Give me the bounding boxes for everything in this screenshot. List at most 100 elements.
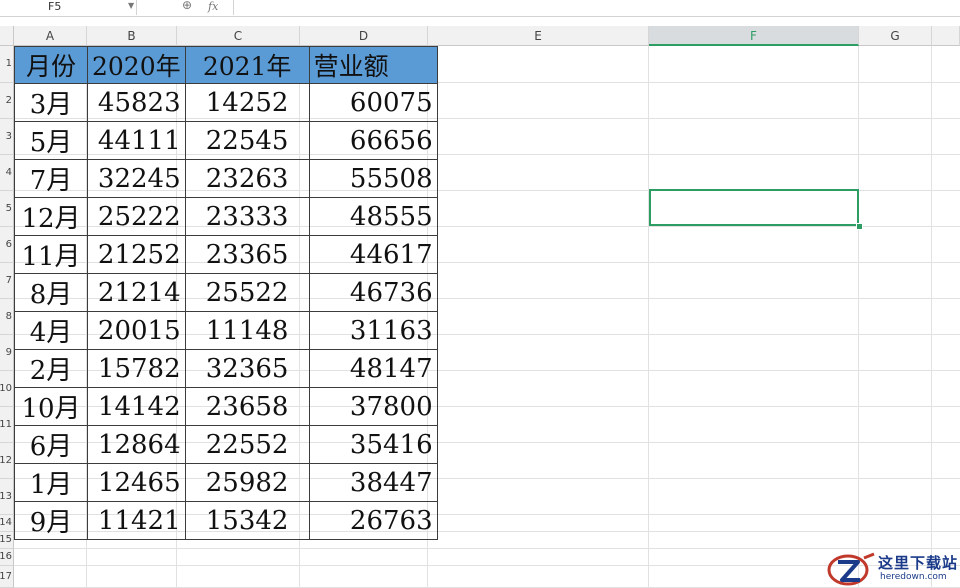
- watermark-logo: [827, 552, 875, 586]
- cell-2020[interactable]: 32245: [87, 159, 186, 198]
- fill-handle[interactable]: [856, 223, 863, 230]
- grid-column-line: [648, 46, 649, 588]
- watermark: 这里下载站 heredown.com: [826, 550, 960, 588]
- cell-revenue[interactable]: 48147: [308, 349, 438, 388]
- row-header-13[interactable]: 13: [0, 479, 14, 515]
- row-number: 12: [0, 454, 12, 466]
- row-header-16[interactable]: 16: [0, 549, 14, 566]
- column-header-d[interactable]: D: [300, 26, 428, 46]
- watermark-title: 这里下载站: [878, 554, 959, 572]
- cell-revenue[interactable]: 31163: [308, 311, 438, 350]
- cell-2020[interactable]: 12465: [87, 463, 186, 502]
- row-header-12[interactable]: 12: [0, 443, 14, 479]
- cell-month[interactable]: 8月: [14, 273, 88, 312]
- cell-2021[interactable]: 23263: [184, 159, 310, 198]
- row-header-6[interactable]: 6: [0, 227, 14, 263]
- row-number: 8: [5, 310, 12, 322]
- header-month[interactable]: 月份: [14, 46, 88, 84]
- table-row: 1月 12465 25982 38447: [14, 463, 438, 502]
- cell-2021[interactable]: 25982: [184, 463, 310, 502]
- column-header-next[interactable]: [932, 26, 960, 46]
- data-table: 月份 2020年 2021年 营业额 3月 45823 14252 60075 5月 44…: [14, 46, 438, 540]
- column-header-b[interactable]: B: [87, 26, 177, 46]
- row-header-11[interactable]: 11: [0, 407, 14, 443]
- cell-2020[interactable]: 15782: [87, 349, 186, 388]
- row-number: 2: [5, 94, 12, 106]
- cell-month[interactable]: 6月: [14, 425, 88, 464]
- cell-2021[interactable]: 22545: [184, 121, 310, 160]
- row-header-1[interactable]: 1: [0, 46, 14, 83]
- cell-revenue[interactable]: 37800: [308, 387, 438, 426]
- cell-2020[interactable]: 20015: [87, 311, 186, 350]
- cell-revenue[interactable]: 60075: [308, 83, 438, 122]
- grid-column-line: [931, 46, 932, 588]
- cell-2020[interactable]: 45823: [87, 83, 186, 122]
- cell-2020[interactable]: 44111: [87, 121, 186, 160]
- row-header-4[interactable]: 4: [0, 155, 14, 191]
- cell-month[interactable]: 10月: [14, 387, 88, 426]
- cell-month[interactable]: 5月: [14, 121, 88, 160]
- cell-month[interactable]: 1月: [14, 463, 88, 502]
- cell-2021[interactable]: 23658: [184, 387, 310, 426]
- cell-month[interactable]: 12月: [14, 197, 88, 236]
- cell-revenue[interactable]: 26763: [308, 501, 438, 540]
- cell-2020[interactable]: 11421: [87, 501, 186, 540]
- row-header-2[interactable]: 2: [0, 83, 14, 119]
- cell-2020[interactable]: 25222: [87, 197, 186, 236]
- cell-revenue[interactable]: 66656: [308, 121, 438, 160]
- row-number: 7: [5, 274, 12, 286]
- row-header-15[interactable]: 15: [0, 532, 14, 549]
- cell-revenue[interactable]: 38447: [308, 463, 438, 502]
- header-2020[interactable]: 2020年: [87, 46, 186, 84]
- select-all-corner[interactable]: [0, 26, 14, 46]
- row-header-9[interactable]: 9: [0, 335, 14, 371]
- column-header-f[interactable]: F: [649, 26, 859, 46]
- cell-2021[interactable]: 32365: [184, 349, 310, 388]
- cell-2021[interactable]: 25522: [184, 273, 310, 312]
- cell-2021[interactable]: 14252: [184, 83, 310, 122]
- cell-2020[interactable]: 12864: [87, 425, 186, 464]
- table-row: 10月 14142 23658 37800: [14, 387, 438, 426]
- cell-month[interactable]: 9月: [14, 501, 88, 540]
- cell-month[interactable]: 7月: [14, 159, 88, 198]
- cell-month[interactable]: 4月: [14, 311, 88, 350]
- cell-month[interactable]: 11月: [14, 235, 88, 274]
- column-header-g[interactable]: G: [859, 26, 932, 46]
- row-header-14[interactable]: 14: [0, 515, 14, 532]
- column-header-c[interactable]: C: [177, 26, 300, 46]
- cell-revenue[interactable]: 46736: [308, 273, 438, 312]
- table-row: 7月 32245 23263 55508: [14, 159, 438, 198]
- row-header-17[interactable]: 17: [0, 566, 14, 588]
- row-header-5[interactable]: 5: [0, 191, 14, 227]
- row-header-7[interactable]: 7: [0, 263, 14, 299]
- cell-revenue[interactable]: 35416: [308, 425, 438, 464]
- table-row: 2月 15782 32365 48147: [14, 349, 438, 388]
- header-2021[interactable]: 2021年: [184, 46, 310, 84]
- watermark-url: heredown.com: [880, 572, 947, 582]
- cell-2020[interactable]: 14142: [87, 387, 186, 426]
- cell-2021[interactable]: 15342: [184, 501, 310, 540]
- header-revenue[interactable]: 营业额: [308, 46, 438, 84]
- row-number: 10: [0, 382, 12, 394]
- cell-2021[interactable]: 22552: [184, 425, 310, 464]
- cell-2021[interactable]: 11148: [184, 311, 310, 350]
- column-header-a[interactable]: A: [14, 26, 87, 46]
- table-row: 11月 21252 23365 44617: [14, 235, 438, 274]
- selected-cell[interactable]: [649, 189, 859, 226]
- column-header-e[interactable]: E: [428, 26, 649, 46]
- table-row: 9月 11421 15342 26763: [14, 501, 438, 540]
- cell-2020[interactable]: 21214: [87, 273, 186, 312]
- row-header-3[interactable]: 3: [0, 119, 14, 155]
- cell-revenue[interactable]: 48555: [308, 197, 438, 236]
- row-header-10[interactable]: 10: [0, 371, 14, 407]
- cell-2020[interactable]: 21252: [87, 235, 186, 274]
- cell-2021[interactable]: 23365: [184, 235, 310, 274]
- cell-revenue[interactable]: 44617: [308, 235, 438, 274]
- row-number: 15: [0, 534, 12, 545]
- row-number: 3: [5, 130, 12, 142]
- cell-month[interactable]: 2月: [14, 349, 88, 388]
- cell-2021[interactable]: 23333: [184, 197, 310, 236]
- row-header-8[interactable]: 8: [0, 299, 14, 335]
- cell-month[interactable]: 3月: [14, 83, 88, 122]
- cell-revenue[interactable]: 55508: [308, 159, 438, 198]
